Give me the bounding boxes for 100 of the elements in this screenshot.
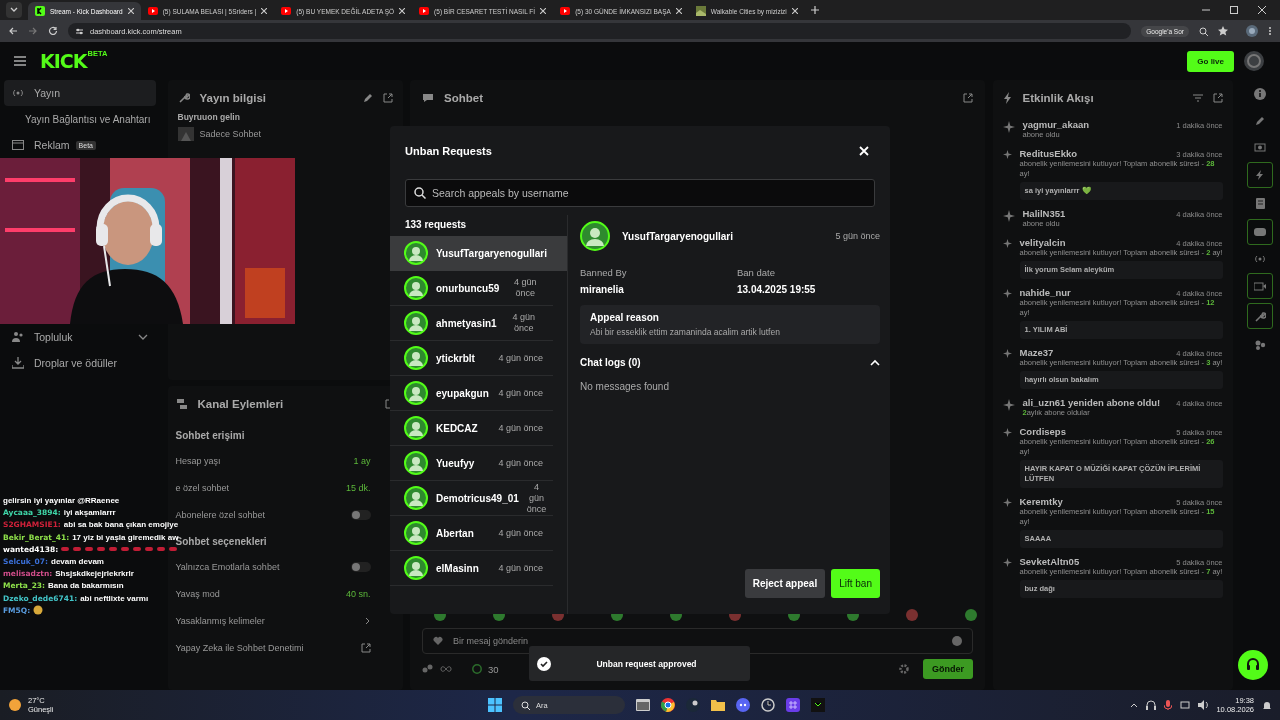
menu-icon[interactable] <box>14 56 26 66</box>
volume-icon[interactable] <box>1198 700 1209 710</box>
popout-icon[interactable] <box>1212 93 1223 103</box>
pencil-icon[interactable] <box>362 93 373 103</box>
windows-icon[interactable] <box>488 698 502 712</box>
folder-icon[interactable] <box>711 699 725 711</box>
lightning-icon <box>1256 170 1264 180</box>
username[interactable]: Cordiseps <box>1019 426 1066 437</box>
logo[interactable]: KICK <box>40 50 87 72</box>
video-button[interactable] <box>1247 273 1273 299</box>
site-settings-icon[interactable] <box>75 26 84 36</box>
setting-value[interactable]: 15 dk. <box>345 482 371 493</box>
request-item[interactable]: eyupakgun 4 gün önce <box>390 376 553 411</box>
close-icon[interactable] <box>791 8 798 14</box>
request-item[interactable]: Abertan 4 gün önce <box>390 516 553 551</box>
close-icon[interactable] <box>127 8 134 14</box>
nav-item[interactable]: Yayın <box>4 80 156 106</box>
setting-label: Hesap yaşı <box>175 455 222 466</box>
lift-ban-button[interactable]: Lift ban <box>831 569 880 598</box>
request-item[interactable]: ytickrblt 4 gün önce <box>390 341 553 376</box>
username[interactable]: Keremtky <box>1019 496 1063 507</box>
users-icon[interactable] <box>422 664 434 674</box>
setting-value[interactable]: 1 ay <box>353 455 371 466</box>
minimize-icon[interactable] <box>1202 6 1210 14</box>
nav-item[interactable]: Droplar ve ödüller <box>4 350 156 376</box>
send-button[interactable]: Gönder <box>923 659 973 679</box>
request-item[interactable]: YusufTargaryenogullari <box>390 236 567 271</box>
reject-button[interactable]: Reject appeal <box>744 569 826 598</box>
tab-list-icon[interactable] <box>6 2 22 18</box>
username[interactable]: SevketAltn05 <box>1019 556 1080 567</box>
profile-icon[interactable] <box>1246 25 1258 37</box>
close-icon[interactable] <box>540 8 547 14</box>
settings-icon[interactable] <box>899 664 909 674</box>
forward-icon[interactable] <box>28 26 38 36</box>
game-launcher-icon[interactable] <box>686 698 700 712</box>
support-button[interactable] <box>1238 650 1268 680</box>
maximize-icon[interactable] <box>1230 6 1238 14</box>
popout-icon[interactable] <box>382 93 393 103</box>
broadcast-icon[interactable] <box>1254 255 1266 263</box>
chat-message: gelirsin iyi yayınlar @RRaenee <box>3 496 120 505</box>
username[interactable]: velityalcin <box>1019 237 1066 248</box>
nav-item[interactable]: Yayın Bağlantısı ve Anahtarı <box>4 106 156 132</box>
window-icon[interactable] <box>636 699 650 711</box>
popout-icon[interactable] <box>963 93 973 103</box>
check-circle-icon <box>537 656 551 671</box>
username[interactable]: Maze37 <box>1019 347 1054 358</box>
username[interactable]: HalilN351 <box>1022 208 1066 219</box>
setting-value[interactable]: 40 sn. <box>345 588 371 599</box>
bookmark-star-icon[interactable] <box>1218 26 1228 36</box>
toggle-switch[interactable] <box>350 561 371 572</box>
chat-logs-toggle[interactable]: Chat logs (0) <box>580 357 880 368</box>
close-icon[interactable] <box>1258 6 1266 14</box>
emoji-icon[interactable] <box>952 636 962 646</box>
close-icon[interactable] <box>399 8 406 14</box>
username[interactable]: ReditusEkko <box>1019 148 1078 159</box>
dots-icon[interactable] <box>1254 339 1266 351</box>
username[interactable]: nahide_nur <box>1019 287 1071 298</box>
bell-icon[interactable] <box>1262 700 1272 710</box>
avatar[interactable] <box>1244 51 1264 71</box>
request-item[interactable]: Yueufyy 4 gün önce <box>390 446 553 481</box>
reload-icon[interactable] <box>48 26 58 36</box>
field-label: Ban date <box>737 267 777 278</box>
info-icon[interactable] <box>1254 88 1266 100</box>
request-item[interactable]: onurbuncu59 4 gün önce <box>390 271 553 306</box>
chat-button[interactable] <box>1247 219 1273 245</box>
back-icon[interactable] <box>8 26 18 36</box>
pencil-icon[interactable] <box>1255 116 1265 126</box>
request-item[interactable]: Demotricus49_01 4 gün önce <box>390 481 553 516</box>
headset-icon[interactable] <box>1146 700 1157 710</box>
clock-app-icon[interactable] <box>761 698 775 712</box>
close-icon[interactable] <box>675 8 682 14</box>
username: YusufTargaryenogullari <box>622 230 734 242</box>
nav-item[interactable]: Topluluk <box>4 324 156 350</box>
toggle-switch[interactable] <box>350 509 371 520</box>
go-live-button[interactable]: Go live <box>1187 50 1234 72</box>
chevron-down-icon[interactable] <box>138 334 148 340</box>
grid-app-icon[interactable] <box>786 698 800 712</box>
request-item[interactable]: KEDCAZ 4 gün önce <box>390 411 553 446</box>
browser-icon[interactable] <box>661 698 675 712</box>
request-item[interactable]: ahmetyasin1 4 gün önce <box>390 306 553 341</box>
microphone-icon[interactable] <box>1164 700 1173 710</box>
search-field[interactable]: Search appeals by username <box>405 179 875 207</box>
wrench-button[interactable] <box>1247 303 1273 329</box>
setting-label: Yapay Zeka ile Sohbet Denetimi <box>175 642 305 653</box>
request-item[interactable]: elMasinn 4 gün önce <box>390 551 553 586</box>
lightning-button[interactable] <box>1247 162 1273 188</box>
more-icon[interactable] <box>1268 26 1272 36</box>
close-icon[interactable] <box>261 8 268 14</box>
terminal-icon[interactable] <box>811 698 825 712</box>
chevron-right-icon[interactable] <box>364 616 371 625</box>
document-icon[interactable] <box>1255 198 1265 209</box>
new-tab-icon[interactable] <box>810 6 819 14</box>
username[interactable]: ali_uzn61 yeniden abone oldu! <box>1022 397 1161 408</box>
camera-icon[interactable] <box>1254 142 1266 152</box>
chat-app-icon[interactable] <box>736 698 750 712</box>
username[interactable]: yagmur_akaan <box>1022 119 1090 130</box>
network-icon[interactable] <box>1180 700 1191 710</box>
chevron-up-icon[interactable] <box>1130 702 1139 708</box>
zoom-icon[interactable] <box>1199 26 1208 36</box>
external-link-icon[interactable] <box>360 642 371 653</box>
